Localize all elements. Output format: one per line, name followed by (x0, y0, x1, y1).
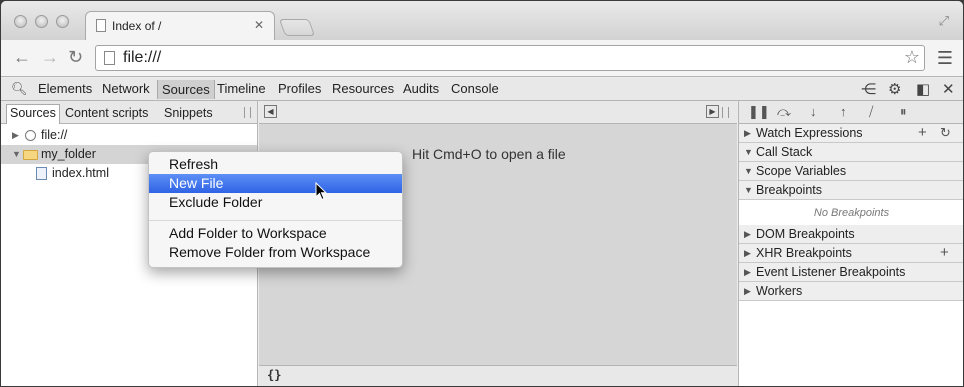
search-icon[interactable]: 🔍︎ (11, 81, 28, 97)
tab-content-scripts[interactable]: Content scripts (65, 106, 148, 120)
section-label: Event Listener Breakpoints (756, 265, 906, 279)
section-label: XHR Breakpoints (756, 246, 852, 260)
context-menu: Refresh New File Exclude Folder Add Fold… (148, 151, 403, 268)
debugger-toolbar: ❚❚ ⤼ ↓ ↑ ⧸ ⏸ (739, 101, 963, 124)
tab-audits[interactable]: Audits (403, 81, 439, 96)
page-icon (104, 51, 115, 65)
tab-resources[interactable]: Resources (332, 81, 394, 96)
disclosure-collapsed-icon: ▶ (744, 286, 751, 296)
globe-icon (25, 130, 36, 141)
tab-elements[interactable]: Elements (38, 81, 92, 96)
section-xhr-breakpoints[interactable]: ▶ XHR Breakpoints + (739, 244, 963, 263)
zoom-window-button[interactable] (56, 15, 69, 28)
menu-item-new-file[interactable]: New File (149, 174, 402, 193)
section-label: DOM Breakpoints (756, 227, 855, 241)
add-icon[interactable]: + (940, 243, 949, 262)
section-scope-variables[interactable]: ▼ Scope Variables (739, 162, 963, 181)
refresh-icon[interactable]: ↻ (940, 123, 951, 142)
step-over-icon[interactable]: ⤼ (777, 104, 791, 120)
section-label: Watch Expressions (756, 126, 863, 140)
tree-item-file-scheme[interactable]: ▶ file:// (1, 126, 257, 145)
back-arrow-icon[interactable]: ← (13, 47, 31, 67)
tab-sources[interactable]: Sources (157, 80, 215, 99)
section-label: Breakpoints (756, 183, 823, 197)
empty-editor-message: Hit Cmd+O to open a file (412, 146, 566, 162)
gear-icon[interactable]: ⚙ (888, 80, 901, 98)
close-window-button[interactable] (14, 15, 27, 28)
section-label: Call Stack (756, 145, 813, 159)
browser-toolbar: ← → ↻ file:/// ☆ ☰ (1, 40, 963, 77)
navigator-tabs: Sources Content scripts Snippets (1, 101, 257, 124)
mouse-cursor-icon (315, 182, 327, 201)
debugger-sidebar: ❚❚ ⤼ ↓ ↑ ⧸ ⏸ ▶ Watch Expressions + ↻ ▼ C… (738, 101, 963, 386)
menu-separator (149, 220, 402, 221)
toggle-navigator-icon[interactable]: ◀ (264, 105, 277, 118)
section-workers[interactable]: ▶ Workers (739, 282, 963, 301)
toggle-debugger-icon[interactable]: ▶ (706, 105, 719, 118)
tab-snippets[interactable]: Snippets (164, 106, 213, 120)
tab-console[interactable]: Console (451, 81, 499, 96)
disclosure-collapsed-icon[interactable]: ▶ (12, 126, 19, 145)
disclosure-expanded-icon: ▼ (744, 147, 753, 157)
no-breakpoints-text: No Breakpoints (813, 207, 890, 219)
dock-side-icon[interactable]: ◧ (916, 80, 930, 98)
pretty-print-button[interactable]: {} (267, 368, 281, 382)
section-dom-breakpoints[interactable]: ▶ DOM Breakpoints (739, 225, 963, 244)
disclosure-collapsed-icon: ▶ (744, 248, 751, 258)
add-icon[interactable]: + (918, 123, 927, 142)
disclosure-collapsed-icon: ▶ (744, 229, 751, 239)
deactivate-breakpoints-icon[interactable]: ⧸ (869, 104, 873, 120)
section-breakpoints[interactable]: ▼ Breakpoints (739, 181, 963, 200)
chrome-menu-icon[interactable]: ☰ (937, 48, 953, 69)
disclosure-expanded-icon: ▼ (744, 185, 753, 195)
page-icon (96, 19, 106, 32)
devtools-tabbar: 🔍︎ Elements Network Sources Timeline Pro… (1, 78, 963, 101)
new-tab-button[interactable] (278, 19, 316, 36)
disclosure-collapsed-icon: ▶ (744, 267, 751, 277)
tab-sources-navigator[interactable]: Sources (6, 104, 60, 124)
address-bar[interactable]: file:/// ☆ (95, 45, 925, 71)
drawer-toggle-icon[interactable]: ⋲ (861, 80, 876, 98)
section-watch-expressions[interactable]: ▶ Watch Expressions + ↻ (739, 124, 963, 143)
disclosure-expanded-icon[interactable]: ▼ (12, 145, 21, 164)
tab-title: Index of / (112, 19, 162, 33)
tab-profiles[interactable]: Profiles (278, 81, 321, 96)
title-bar: Index of / ✕ ⤢ (1, 1, 963, 40)
step-into-icon[interactable]: ↓ (810, 104, 817, 119)
browser-tab[interactable]: Index of / ✕ (85, 11, 275, 40)
folder-icon (23, 150, 38, 160)
address-url[interactable]: file:/// (123, 49, 161, 67)
pause-icon[interactable]: ❚❚ (748, 104, 770, 120)
section-label: Scope Variables (756, 164, 847, 178)
section-call-stack[interactable]: ▼ Call Stack (739, 143, 963, 162)
resize-grip-icon[interactable] (722, 107, 729, 118)
tree-item-label: file:// (41, 128, 68, 142)
section-event-listener-breakpoints[interactable]: ▶ Event Listener Breakpoints (739, 263, 963, 282)
pause-on-exceptions-icon[interactable]: ⏸ (900, 104, 907, 120)
menu-item-refresh[interactable]: Refresh (149, 155, 402, 174)
fullscreen-icon[interactable]: ⤢ (939, 13, 949, 29)
file-icon (36, 167, 47, 180)
menu-item-remove-folder[interactable]: Remove Folder from Workspace (149, 243, 402, 262)
forward-arrow-icon[interactable]: → (41, 47, 59, 67)
tab-network[interactable]: Network (102, 81, 150, 96)
close-devtools-icon[interactable]: ✕ (942, 80, 955, 98)
bookmark-star-icon[interactable]: ☆ (904, 47, 920, 68)
editor-tabbar: ◀ ▶ (259, 101, 737, 124)
section-label: Workers (756, 284, 803, 298)
resize-grip-icon[interactable] (244, 107, 251, 118)
disclosure-expanded-icon: ▼ (744, 166, 753, 176)
tab-timeline[interactable]: Timeline (217, 81, 266, 96)
step-out-icon[interactable]: ↑ (840, 104, 847, 119)
tree-item-label: my_folder (41, 147, 96, 161)
tree-item-label: index.html (52, 166, 109, 180)
tab-close-icon[interactable]: ✕ (254, 18, 264, 32)
reload-icon[interactable]: ↻ (68, 47, 83, 67)
disclosure-collapsed-icon: ▶ (744, 128, 751, 138)
editor-footer: {} (259, 365, 737, 386)
minimize-window-button[interactable] (35, 15, 48, 28)
menu-item-add-folder[interactable]: Add Folder to Workspace (149, 224, 402, 243)
menu-item-exclude-folder[interactable]: Exclude Folder (149, 193, 402, 212)
browser-window: Index of / ✕ ⤢ ← → ↻ file:/// ☆ ☰ 🔍︎ Ele… (1, 1, 963, 386)
